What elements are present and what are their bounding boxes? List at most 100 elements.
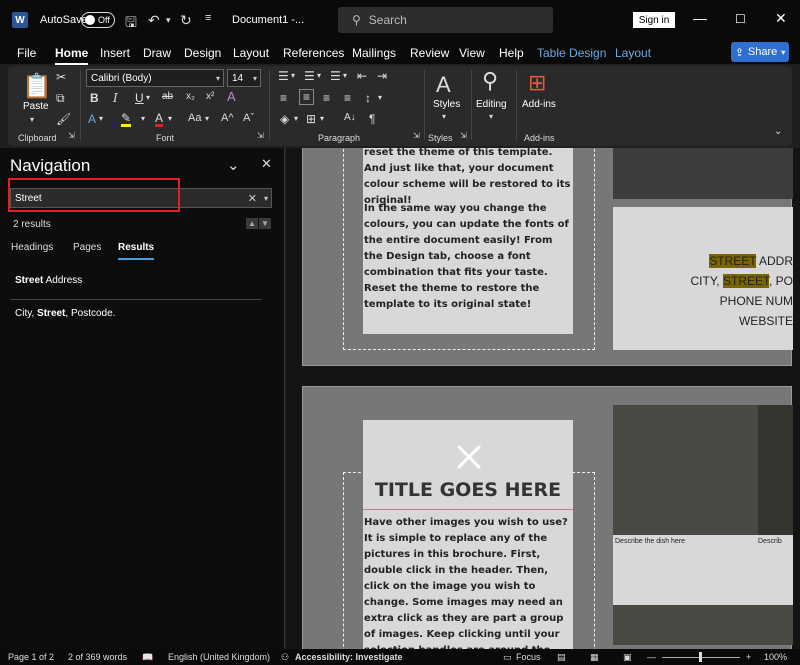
- numbering-dropdown-icon[interactable]: ▾: [317, 71, 321, 80]
- bullets-dropdown-icon[interactable]: ▾: [291, 71, 295, 80]
- document-page[interactable]: TITLE GOES HERE Have other images you wi…: [302, 386, 793, 649]
- font-size-dropdown[interactable]: 14 ▾: [227, 69, 261, 87]
- line-spacing-icon[interactable]: ↕: [365, 91, 371, 105]
- addins-icon[interactable]: ⊞: [528, 70, 546, 96]
- language-indicator[interactable]: English (United Kingdom): [168, 652, 270, 662]
- phone-line[interactable]: PHONE NUM: [613, 291, 793, 311]
- search-box[interactable]: ⚲ Search: [338, 7, 553, 33]
- body-paragraph[interactable]: reset the theme of this template. And ju…: [364, 148, 572, 209]
- cut-icon[interactable]: ✂: [56, 70, 66, 84]
- document-page[interactable]: reset the theme of this template. And ju…: [302, 148, 793, 366]
- multilevel-list-icon[interactable]: ☰: [330, 69, 341, 83]
- underline-dropdown-icon[interactable]: ▾: [146, 93, 150, 102]
- clear-formatting-icon[interactable]: A: [227, 89, 236, 104]
- text-effects-icon[interactable]: A: [88, 112, 96, 126]
- decrease-indent-icon[interactable]: ⇤: [357, 69, 367, 83]
- tab-references[interactable]: References: [283, 46, 344, 60]
- tab-help[interactable]: Help: [499, 46, 524, 60]
- styles-icon[interactable]: A: [436, 72, 451, 98]
- tab-mailings[interactable]: Mailings: [352, 46, 396, 60]
- styles-label[interactable]: Styles: [433, 99, 460, 110]
- paste-icon[interactable]: 📋: [22, 72, 52, 101]
- undo-icon[interactable]: ↶: [148, 12, 160, 29]
- change-case-dropdown-icon[interactable]: ▾: [205, 114, 209, 123]
- font-color-dropdown-icon[interactable]: ▾: [168, 114, 172, 123]
- tab-draw[interactable]: Draw: [143, 46, 171, 60]
- focus-button[interactable]: Focus: [516, 652, 541, 662]
- sign-in-button[interactable]: Sign in: [633, 12, 675, 28]
- web-layout-icon[interactable]: ▣: [623, 652, 632, 663]
- strikethrough-icon[interactable]: ab: [162, 91, 173, 102]
- close-icon[interactable]: ✕: [261, 156, 272, 172]
- body-paragraph[interactable]: Have other images you wish to use? It is…: [364, 515, 574, 649]
- tab-table-design[interactable]: Table Design: [537, 46, 606, 60]
- line-spacing-dropdown-icon[interactable]: ▾: [378, 93, 382, 102]
- collapse-ribbon-icon[interactable]: ⌄: [774, 126, 782, 137]
- justify-icon[interactable]: ≡: [344, 91, 351, 105]
- multilevel-dropdown-icon[interactable]: ▾: [343, 71, 347, 80]
- document-area[interactable]: reset the theme of this template. And ju…: [286, 148, 800, 649]
- tab-layout[interactable]: Layout: [233, 46, 269, 60]
- autosave-toggle[interactable]: Off: [81, 12, 115, 28]
- word-count[interactable]: 2 of 369 words: [68, 652, 127, 662]
- format-painter-icon[interactable]: 🖌: [56, 112, 71, 126]
- align-right-icon[interactable]: ≡: [323, 91, 330, 105]
- shading-icon[interactable]: ◈: [280, 112, 289, 126]
- paste-dropdown-icon[interactable]: ▾: [30, 115, 34, 124]
- accessibility-status[interactable]: Accessibility: Investigate: [295, 652, 403, 662]
- addins-label[interactable]: Add-ins: [522, 99, 556, 110]
- page-indicator[interactable]: Page 1 of 2: [8, 652, 54, 662]
- paragraph-launcher-icon[interactable]: ⇲: [413, 131, 420, 140]
- search-options-icon[interactable]: ▾: [264, 194, 268, 203]
- zoom-level[interactable]: 100%: [764, 652, 787, 662]
- change-case-icon[interactable]: Aa: [188, 112, 201, 124]
- tab-results[interactable]: Results: [118, 242, 155, 260]
- result-item[interactable]: City, Street, Postcode.: [15, 308, 115, 319]
- show-formatting-icon[interactable]: ¶: [369, 112, 375, 126]
- sort-icon[interactable]: A↓: [344, 112, 356, 123]
- grow-font-icon[interactable]: A^: [221, 112, 234, 124]
- tab-home[interactable]: Home: [55, 46, 89, 65]
- editing-dropdown-icon[interactable]: ▾: [489, 112, 493, 121]
- zoom-slider-thumb[interactable]: [699, 652, 702, 662]
- chevron-down-icon[interactable]: ⌄: [227, 156, 240, 174]
- close-icon[interactable]: ✕: [775, 10, 787, 27]
- shading-dropdown-icon[interactable]: ▾: [294, 114, 298, 123]
- font-color-icon[interactable]: A: [155, 112, 164, 127]
- minimize-icon[interactable]: —: [693, 10, 707, 26]
- paste-label[interactable]: Paste: [23, 101, 49, 112]
- styles-dropdown-icon[interactable]: ▾: [442, 112, 446, 121]
- align-center-icon[interactable]: ≡: [299, 89, 315, 105]
- previous-result-icon[interactable]: ▲: [246, 218, 258, 229]
- tab-review[interactable]: Review: [410, 46, 449, 60]
- editing-search-icon[interactable]: ⚲: [482, 68, 498, 94]
- website-line[interactable]: WEBSITE: [613, 311, 793, 331]
- highlight-dropdown-icon[interactable]: ▾: [141, 114, 145, 123]
- result-item[interactable]: Street Address: [15, 275, 82, 286]
- font-name-dropdown[interactable]: Calibri (Body) ▾: [86, 69, 224, 87]
- clear-search-icon[interactable]: ✕: [248, 192, 257, 205]
- numbering-icon[interactable]: ☰: [304, 69, 315, 83]
- subscript-icon[interactable]: x₂: [186, 91, 195, 102]
- customize-toolbar-icon[interactable]: ≡: [205, 12, 211, 24]
- address-line-1[interactable]: STREET ADDR: [613, 251, 793, 271]
- zoom-out-icon[interactable]: —: [647, 652, 656, 662]
- address-line-2[interactable]: CITY, STREET, PO: [613, 271, 793, 291]
- print-layout-icon[interactable]: ▦: [590, 652, 599, 663]
- zoom-in-icon[interactable]: +: [746, 652, 751, 662]
- styles-launcher-icon[interactable]: ⇲: [460, 131, 467, 140]
- save-icon[interactable]: 🖫: [125, 12, 137, 36]
- superscript-icon[interactable]: x²: [206, 91, 214, 102]
- tab-file[interactable]: File: [17, 46, 36, 60]
- font-launcher-icon[interactable]: ⇲: [257, 131, 264, 140]
- increase-indent-icon[interactable]: ⇥: [377, 69, 387, 83]
- undo-dropdown-icon[interactable]: ▾: [166, 15, 171, 26]
- document-title[interactable]: Document1 -...: [232, 14, 304, 26]
- proofing-icon[interactable]: 📖: [142, 652, 153, 663]
- shrink-font-icon[interactable]: Aˇ: [243, 112, 254, 124]
- tab-headings[interactable]: Headings: [11, 242, 53, 253]
- borders-icon[interactable]: ⊞: [306, 112, 316, 126]
- clipboard-launcher-icon[interactable]: ⇲: [68, 131, 75, 140]
- maximize-icon[interactable]: ☐: [735, 12, 746, 26]
- bullets-icon[interactable]: ☰: [278, 69, 289, 83]
